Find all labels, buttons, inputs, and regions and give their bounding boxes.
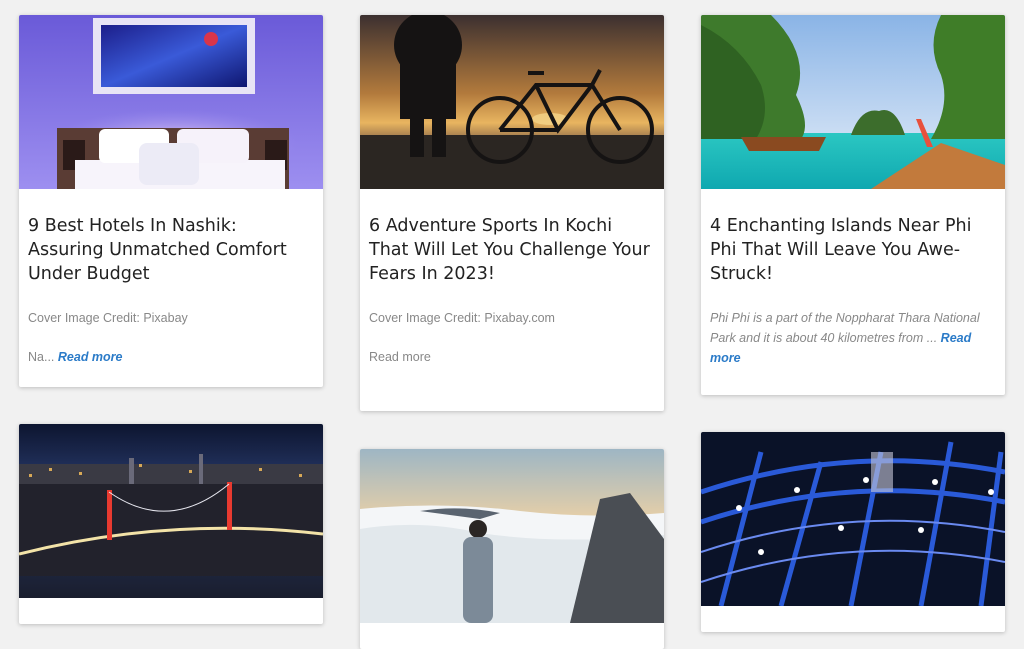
read-more-link[interactable]: Read more bbox=[58, 350, 123, 364]
article-excerpt: Phi Phi is a part of the Noppharat Thara… bbox=[710, 308, 995, 368]
read-more-link[interactable]: Read more bbox=[369, 350, 431, 364]
image-credit: Cover Image Credit: Pixabay bbox=[28, 311, 188, 325]
article-card[interactable] bbox=[360, 449, 664, 649]
hotel-bedroom-image[interactable] bbox=[19, 15, 323, 189]
article-excerpt: Read more bbox=[369, 347, 654, 367]
article-title[interactable]: 4 Enchanting Islands Near Phi Phi That W… bbox=[710, 214, 995, 286]
article-excerpt: Na... Read more bbox=[28, 347, 313, 367]
helix-bridge-night-image[interactable] bbox=[701, 432, 1005, 606]
image-credit: Cover Image Credit: Pixabay.com bbox=[369, 311, 555, 325]
article-title[interactable]: 6 Adventure Sports In Kochi That Will Le… bbox=[369, 214, 654, 286]
city-bridge-night-image[interactable] bbox=[19, 424, 323, 598]
excerpt-text: Phi Phi is a part of the Noppharat Thara… bbox=[710, 311, 980, 345]
excerpt-text: Na... bbox=[28, 350, 55, 364]
hiker-above-clouds-image[interactable] bbox=[360, 449, 664, 623]
phi-phi-islands-image[interactable] bbox=[701, 15, 1005, 189]
article-card[interactable] bbox=[701, 432, 1005, 632]
article-card[interactable] bbox=[19, 424, 323, 624]
article-card[interactable]: 4 Enchanting Islands Near Phi Phi That W… bbox=[701, 15, 1005, 395]
cyclist-sunset-image[interactable] bbox=[360, 15, 664, 189]
article-card[interactable]: 9 Best Hotels In Nashik: Assuring Unmatc… bbox=[19, 15, 323, 387]
article-card[interactable]: 6 Adventure Sports In Kochi That Will Le… bbox=[360, 15, 664, 411]
article-title[interactable]: 9 Best Hotels In Nashik: Assuring Unmatc… bbox=[28, 214, 313, 286]
